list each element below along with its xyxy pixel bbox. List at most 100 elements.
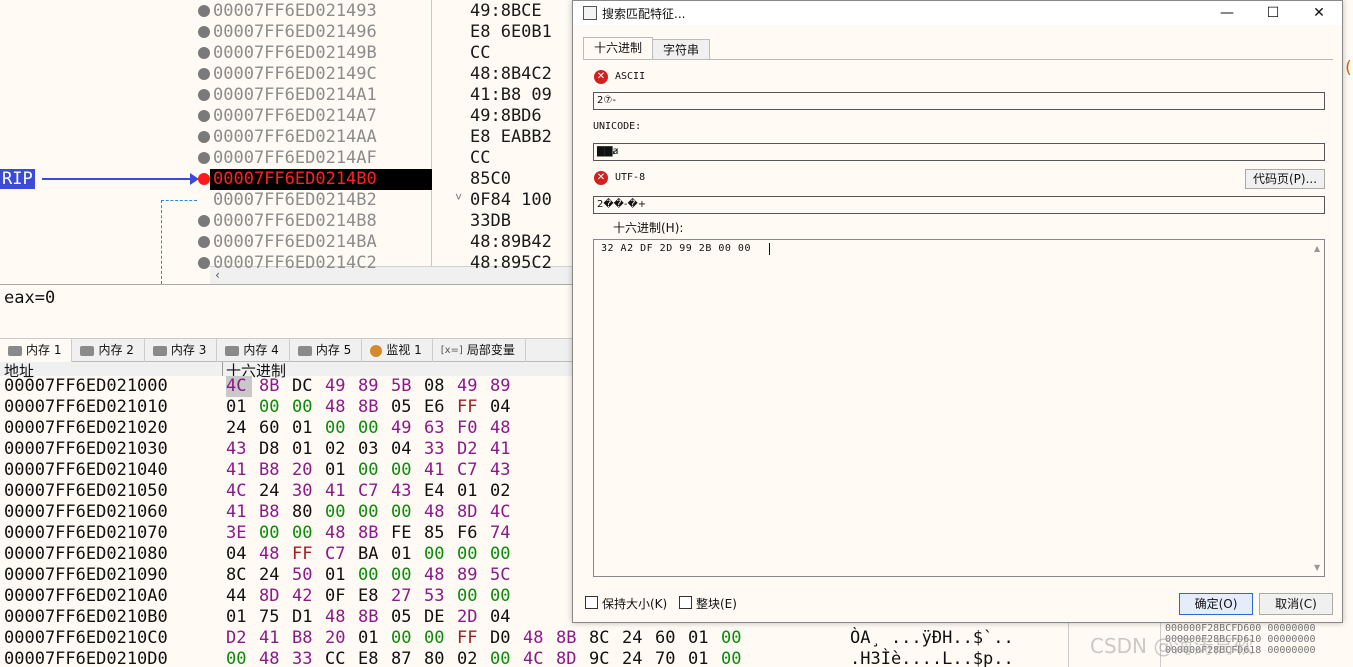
hex-byte[interactable]: 00 bbox=[226, 649, 252, 667]
hex-byte[interactable]: F0 bbox=[457, 418, 483, 439]
hex-byte[interactable]: FF bbox=[457, 397, 483, 418]
disasm-bytes[interactable]: E8 6E0B1 bbox=[470, 22, 552, 43]
memory-tab[interactable]: 内存 4 bbox=[217, 339, 290, 362]
hex-byte[interactable]: CC bbox=[325, 649, 351, 667]
hex-byte[interactable]: 03 bbox=[358, 439, 384, 460]
hex-byte[interactable]: D8 bbox=[259, 439, 285, 460]
tab-string[interactable]: 字符串 bbox=[652, 39, 711, 59]
hex-byte[interactable]: 02 bbox=[457, 649, 483, 667]
disasm-address[interactable]: 00007FF6ED0214A7 bbox=[210, 106, 432, 127]
hex-byte[interactable]: 41 bbox=[325, 481, 351, 502]
hex-byte[interactable]: FE bbox=[391, 523, 417, 544]
hex-byte[interactable]: 8B bbox=[358, 523, 384, 544]
dump-row[interactable]: 00007FF6ED0210C0 D2 41 B8 20 01 00 00 FF D0 48 8B 8C… bbox=[0, 628, 1068, 649]
hex-byte[interactable]: 00 bbox=[424, 628, 450, 649]
disasm-address[interactable]: 00007FF6ED0214AA bbox=[210, 127, 432, 148]
dump-address[interactable]: 00007FF6ED021050 bbox=[4, 481, 168, 502]
hex-byte[interactable]: F6 bbox=[457, 523, 483, 544]
hex-byte[interactable]: 00 bbox=[391, 502, 417, 523]
breakpoint-marker-icon[interactable] bbox=[198, 152, 210, 164]
hex-byte[interactable]: 41 bbox=[259, 628, 285, 649]
hex-byte[interactable]: 00 bbox=[358, 418, 384, 439]
hex-byte[interactable]: 00 bbox=[292, 397, 318, 418]
memory-tab[interactable]: [x=] 局部变量 bbox=[433, 339, 526, 362]
hex-byte[interactable]: 08 bbox=[424, 376, 450, 397]
hex-byte[interactable]: 00 bbox=[721, 649, 747, 667]
hex-byte[interactable]: 2D bbox=[457, 607, 483, 628]
disasm-bytes[interactable]: 49:8BD6 bbox=[470, 106, 542, 127]
hex-byte[interactable]: 89 bbox=[490, 376, 516, 397]
hex-byte[interactable]: B8 bbox=[259, 460, 285, 481]
ascii-text[interactable]: ÒA¸ ...ÿÐH..$`.. bbox=[850, 628, 1014, 649]
hex-byte[interactable]: 8B bbox=[358, 397, 384, 418]
hex-byte[interactable]: 01 bbox=[226, 397, 252, 418]
hex-textarea[interactable] bbox=[593, 239, 1325, 577]
hex-byte[interactable]: 41 bbox=[226, 460, 252, 481]
ascii-input[interactable]: 2⑦- bbox=[593, 92, 1325, 110]
hex-byte[interactable]: BA bbox=[358, 544, 384, 565]
dump-address[interactable]: 00007FF6ED0210A0 bbox=[4, 586, 168, 607]
hex-byte[interactable]: 00 bbox=[391, 628, 417, 649]
hex-byte[interactable]: 00 bbox=[259, 397, 285, 418]
disasm-bytes[interactable]: 85C0 bbox=[470, 169, 511, 190]
hex-byte[interactable]: 27 bbox=[391, 586, 417, 607]
disasm-bytes[interactable]: 0F84 100 bbox=[470, 190, 552, 211]
hex-byte[interactable]: 00 bbox=[457, 586, 483, 607]
disasm-address[interactable]: 00007FF6ED02149C bbox=[210, 64, 432, 85]
hex-byte[interactable]: 00 bbox=[259, 523, 285, 544]
breakpoint-marker-icon[interactable] bbox=[198, 68, 210, 80]
disasm-bytes[interactable]: 48:8B4C2 bbox=[470, 64, 552, 85]
hex-byte[interactable]: E8 bbox=[358, 586, 384, 607]
hex-byte[interactable]: E6 bbox=[424, 397, 450, 418]
hex-byte[interactable]: E8 bbox=[358, 649, 384, 667]
breakpoint-marker-icon[interactable] bbox=[198, 215, 210, 227]
hex-byte[interactable]: 60 bbox=[259, 418, 285, 439]
hex-byte[interactable]: 48 bbox=[325, 607, 351, 628]
hex-byte[interactable]: DC bbox=[292, 376, 318, 397]
hex-byte[interactable]: 20 bbox=[292, 460, 318, 481]
breakpoint-marker-icon[interactable] bbox=[198, 131, 210, 143]
hex-byte[interactable]: 00 bbox=[358, 460, 384, 481]
memory-tab[interactable]: 内存 2 bbox=[72, 339, 145, 362]
codepage-button[interactable]: 代码页(P)... bbox=[1245, 169, 1325, 189]
breakpoint-marker-icon[interactable] bbox=[198, 236, 210, 248]
breakpoint-marker-icon[interactable] bbox=[198, 47, 210, 59]
tab-hex[interactable]: 十六进制 bbox=[583, 37, 654, 59]
hex-byte[interactable]: 87 bbox=[391, 649, 417, 667]
hex-byte[interactable]: 00 bbox=[457, 544, 483, 565]
hex-value[interactable]: 32 A2 DF 2D 99 2B 00 00 bbox=[601, 243, 751, 254]
hex-byte[interactable]: 4C bbox=[226, 481, 252, 502]
hex-byte[interactable]: 48 bbox=[325, 523, 351, 544]
disasm-bytes[interactable]: CC bbox=[470, 43, 490, 64]
hex-byte[interactable]: 8D bbox=[457, 502, 483, 523]
hex-byte[interactable]: 85 bbox=[424, 523, 450, 544]
memory-tab[interactable]: 内存 1 bbox=[0, 339, 73, 362]
hex-byte[interactable]: 53 bbox=[424, 586, 450, 607]
hex-byte[interactable]: 24 bbox=[226, 418, 252, 439]
keep-size-label[interactable]: 保持大小(K) bbox=[602, 595, 667, 612]
hex-byte[interactable]: D2 bbox=[457, 439, 483, 460]
hex-byte[interactable]: 00 bbox=[325, 418, 351, 439]
disasm-address[interactable]: 00007FF6ED0214B2 bbox=[210, 190, 432, 211]
hex-byte[interactable]: 5C bbox=[490, 565, 516, 586]
hex-byte[interactable]: 89 bbox=[457, 565, 483, 586]
hex-byte[interactable]: 49 bbox=[391, 418, 417, 439]
dump-address[interactable]: 00007FF6ED021020 bbox=[4, 418, 168, 439]
dump-address[interactable]: 00007FF6ED0210D0 bbox=[4, 649, 168, 667]
hex-byte[interactable]: 04 bbox=[490, 397, 516, 418]
hex-byte[interactable]: 9C bbox=[589, 649, 615, 667]
disasm-address[interactable]: 00007FF6ED021493 bbox=[210, 1, 432, 22]
utf8-input[interactable]: 2��-�+ bbox=[593, 196, 1325, 214]
dump-address[interactable]: 00007FF6ED0210B0 bbox=[4, 607, 168, 628]
hex-byte[interactable]: 20 bbox=[325, 628, 351, 649]
hex-byte[interactable]: 48 bbox=[424, 565, 450, 586]
dump-address[interactable]: 00007FF6ED021030 bbox=[4, 439, 168, 460]
hex-byte[interactable]: 42 bbox=[292, 586, 318, 607]
hex-byte[interactable]: E4 bbox=[424, 481, 450, 502]
hex-byte[interactable]: 49 bbox=[457, 376, 483, 397]
hex-byte[interactable]: 01 bbox=[226, 607, 252, 628]
hex-byte[interactable]: 50 bbox=[292, 565, 318, 586]
disasm-address[interactable]: 00007FF6ED02149B bbox=[210, 43, 432, 64]
entire-block-checkbox[interactable] bbox=[679, 596, 692, 609]
hex-byte[interactable]: D2 bbox=[226, 628, 252, 649]
